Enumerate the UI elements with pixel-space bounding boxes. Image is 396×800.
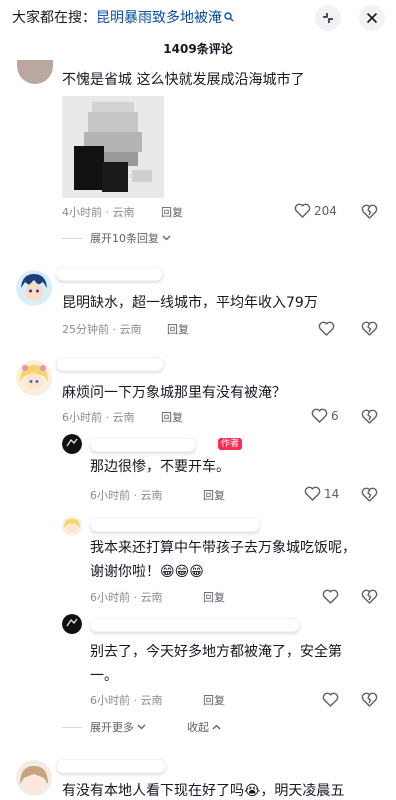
divider: [62, 727, 82, 728]
like-button[interactable]: 6: [311, 408, 339, 423]
heart-icon[interactable]: [322, 589, 339, 604]
reply-button[interactable]: 回复: [161, 204, 183, 220]
username-redacted: [90, 438, 196, 452]
collapse-icon: [323, 13, 333, 23]
broken-heart-icon[interactable]: [361, 692, 378, 707]
search-prefix: 大家都在搜：: [12, 10, 96, 26]
comment-text: 昆明缺水，超一线城市，平均年收入79万: [62, 295, 318, 311]
like-button[interactable]: 204: [294, 203, 337, 218]
comment-text: 有没有本地人看下现在好了吗😭，明天凌晨五: [62, 783, 345, 799]
heart-icon: [294, 203, 311, 218]
comment-time-location: 4小时前 · 云南: [62, 206, 135, 219]
heart-icon: [304, 486, 321, 501]
avatar[interactable]: [62, 516, 82, 536]
broken-heart-icon[interactable]: [361, 204, 378, 219]
username-redacted: [56, 267, 163, 281]
reply-time-location: 6小时前 · 云南: [90, 591, 163, 604]
like-button[interactable]: 14: [304, 486, 339, 501]
reply-time-location: 6小时前 · 云南: [90, 694, 163, 707]
chevron-down-icon: [137, 724, 146, 730]
reply-text-continued: 谢谢你啦！😁😁😁: [90, 564, 204, 580]
collapse-label: 收起: [187, 721, 209, 734]
broken-heart-icon[interactable]: [361, 487, 378, 502]
avatar[interactable]: [16, 360, 52, 396]
username-redacted: [90, 518, 260, 532]
username-redacted: [56, 357, 164, 371]
close-icon: [366, 12, 378, 24]
reply-text-continued: 一。: [90, 668, 118, 684]
reply-button[interactable]: 回复: [203, 487, 225, 503]
top-bar: 大家都在搜：昆明暴雨致多地被淹: [0, 0, 396, 34]
heart-icon[interactable]: [322, 692, 339, 707]
chevron-down-icon: [162, 235, 171, 241]
avatar[interactable]: [16, 270, 52, 306]
expand-more-button[interactable]: 展开更多: [90, 719, 146, 735]
chevron-up-icon: [212, 724, 221, 730]
sticker-image[interactable]: [62, 96, 164, 198]
avatar[interactable]: [16, 760, 52, 796]
like-count: 14: [324, 486, 340, 501]
search-suggestion[interactable]: 大家都在搜：昆明暴雨致多地被淹: [12, 7, 234, 27]
expand-more-label: 展开更多: [90, 721, 134, 734]
close-button[interactable]: [359, 5, 385, 31]
like-count: 204: [314, 203, 337, 218]
comment-time-location: 25分钟前 · 云南: [62, 323, 142, 336]
avatar[interactable]: [17, 60, 53, 84]
author-badge: 作者: [218, 438, 243, 450]
reply-text: 我本来还打算中午带孩子去万象城吃饭呢，: [90, 540, 356, 556]
search-term[interactable]: 昆明暴雨致多地被淹: [96, 10, 222, 26]
comment-text: 不愧是省城 这么快就发展成沿海城市了: [62, 72, 305, 88]
reply-button[interactable]: 回复: [161, 409, 183, 425]
username-redacted: [56, 759, 166, 773]
avatar[interactable]: [62, 434, 82, 454]
expand-replies-button[interactable]: 展开10条回复: [90, 230, 171, 246]
comment-time-location: 6小时前 · 云南: [62, 411, 135, 424]
like-count: 6: [331, 408, 339, 423]
broken-heart-icon[interactable]: [361, 589, 378, 604]
comment-text: 麻烦问一下万象城那里有没有被淹？: [62, 385, 286, 401]
minimize-button[interactable]: [315, 5, 341, 31]
reply-button[interactable]: 回复: [203, 692, 225, 708]
reply-text: 那边很惨，不要开车。: [90, 459, 230, 475]
reply-text: 别去了，今天好多地方都被淹了，安全第: [90, 644, 342, 660]
comment-count-title: 1409条评论: [163, 42, 233, 56]
reply-button[interactable]: 回复: [203, 589, 225, 605]
broken-heart-icon[interactable]: [361, 409, 378, 424]
expand-replies-label: 展开10条回复: [90, 232, 159, 245]
reply-time-location: 6小时前 · 云南: [90, 489, 163, 502]
reply-button[interactable]: 回复: [167, 321, 189, 337]
broken-heart-icon[interactable]: [361, 321, 378, 336]
avatar[interactable]: [62, 614, 82, 634]
username-redacted: [90, 618, 300, 632]
divider: [62, 238, 82, 239]
heart-icon[interactable]: [318, 321, 335, 336]
collapse-button[interactable]: 收起: [187, 719, 221, 735]
search-icon: [224, 12, 234, 22]
heart-icon: [311, 408, 328, 423]
